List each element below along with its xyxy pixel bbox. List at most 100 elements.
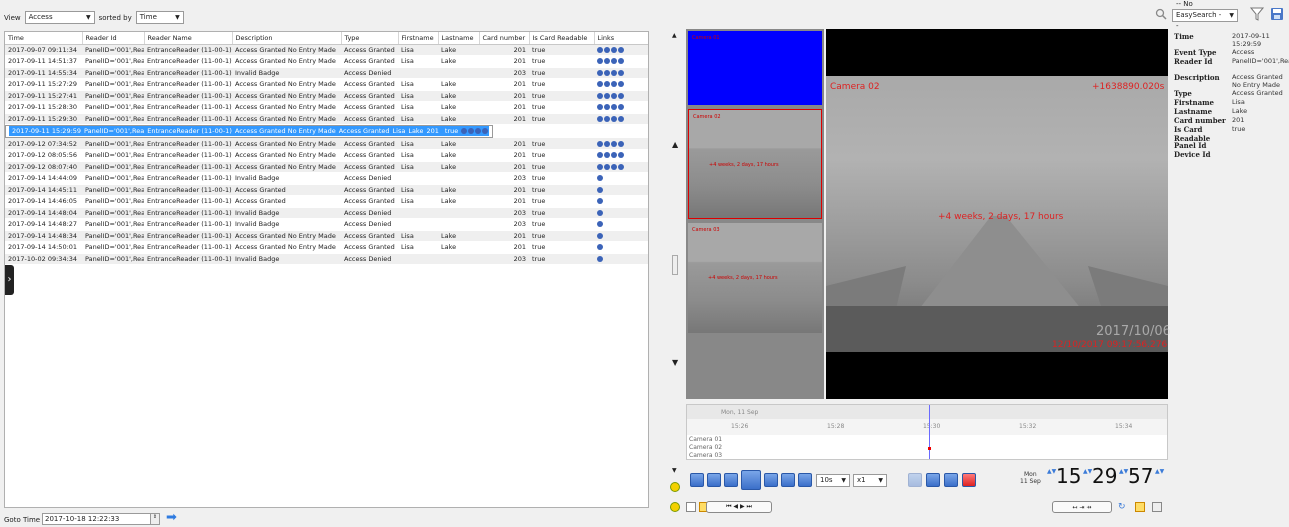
snapshot-button[interactable] [926, 473, 940, 487]
column-header[interactable]: Is Card Readable [529, 32, 595, 45]
link-icon[interactable] [604, 140, 610, 147]
camera-03-thumb[interactable]: Camera 03 +4 weeks, 2 days, 17 hours [688, 223, 822, 333]
link-icon[interactable] [618, 104, 624, 111]
search-icon[interactable] [1155, 8, 1167, 20]
step-forward-button[interactable] [764, 473, 778, 487]
table-row[interactable]: 2017-09-11 15:27:41 PanelID='001',Rea Entr… [5, 90, 648, 102]
speed-select[interactable]: x1 ▼ [853, 474, 887, 487]
collapse-panel-handle[interactable]: › [5, 265, 14, 295]
goto-arrow-icon[interactable]: ➡ [166, 510, 177, 525]
link-icon[interactable] [611, 152, 617, 159]
link-icon[interactable] [461, 127, 468, 134]
link-icon[interactable] [597, 186, 603, 193]
column-header[interactable]: Time [5, 32, 83, 45]
splitter-grip[interactable] [672, 255, 678, 275]
link-icon[interactable] [597, 244, 603, 251]
table-row[interactable]: 2017-09-11 14:51:37 PanelID='001',Rea Entr… [5, 55, 648, 68]
link-icon[interactable] [604, 46, 610, 53]
column-header[interactable]: Firstname [398, 32, 439, 45]
table-row[interactable]: 2017-09-11 15:27:29 PanelID='001',Rea Entr… [5, 78, 648, 91]
refresh-icon[interactable]: ↻ [1118, 502, 1126, 512]
table-row[interactable]: 2017-09-14 14:48:27 PanelID='001',Rea Entr… [5, 218, 648, 231]
goto-time-input[interactable]: 2017-10-18 12:22:33 [42, 513, 152, 525]
interval-select[interactable]: 10s ▼ [816, 474, 850, 487]
table-row[interactable]: 2017-09-14 14:48:04 PanelID='001',Rea Entr… [5, 207, 648, 219]
frame-nav-group[interactable]: ⏮ ◀ ▶ ⏭ [706, 501, 772, 513]
table-row[interactable]: 2017-09-12 08:07:40 PanelID='001',Rea Entr… [5, 161, 648, 173]
table-row[interactable]: 2017-09-12 08:05:56 PanelID='001',Rea Entr… [5, 149, 648, 162]
link-icon[interactable] [597, 198, 603, 205]
link-icon[interactable] [597, 140, 603, 147]
table-row[interactable]: 2017-09-12 07:34:52 PanelID='001',Rea Entr… [5, 138, 648, 150]
timeline-cursor[interactable] [929, 405, 930, 459]
link-icon[interactable] [618, 92, 624, 99]
table-row[interactable]: 2017-09-14 14:48:34 PanelID='001',Rea Entr… [5, 230, 648, 242]
link-icon[interactable] [597, 175, 603, 182]
link-icon[interactable] [604, 163, 610, 170]
link-icon[interactable] [597, 255, 603, 262]
goto-time-spinner[interactable]: ⇕ [150, 513, 160, 525]
column-header[interactable]: Links [594, 32, 648, 45]
link-icon[interactable] [611, 115, 617, 122]
link-icon[interactable] [597, 115, 603, 122]
column-header[interactable]: Reader Id [82, 32, 145, 45]
thumbs-up-arrow[interactable]: ▲ [672, 140, 678, 149]
table-row[interactable]: 2017-09-11 15:29:59 PanelID='001',Rea Entr… [5, 125, 494, 138]
link-icon[interactable] [618, 140, 624, 147]
link-icon[interactable] [618, 152, 624, 159]
link-icon[interactable] [604, 104, 610, 111]
table-row[interactable]: 2017-09-14 14:44:09 PanelID='001',Rea Entr… [5, 172, 648, 185]
link-icon[interactable] [597, 58, 603, 65]
link-icon[interactable] [597, 221, 603, 228]
table-row[interactable]: 2017-09-14 14:46:05 PanelID='001',Rea Entr… [5, 195, 648, 208]
filter-icon[interactable] [1249, 7, 1265, 23]
link-icon[interactable] [611, 58, 617, 65]
play-button[interactable] [741, 470, 761, 490]
timeline[interactable]: Mon, 11 Sep 15:26 15:28 15:30 15:32 15:3… [686, 404, 1168, 460]
link-icon[interactable] [597, 209, 603, 216]
link-icon[interactable] [611, 46, 617, 53]
calendar-icon[interactable] [1135, 502, 1145, 512]
table-row[interactable]: 2017-09-14 14:50:01 PanelID='001',Rea Entr… [5, 241, 648, 254]
play-back-button[interactable] [724, 473, 738, 487]
view-select[interactable]: Access ▼ [24, 11, 95, 24]
skip-end-button[interactable] [798, 473, 812, 487]
link-icon[interactable] [597, 69, 603, 76]
table-row[interactable]: 2017-09-07 09:11:34 PanelID='001',Rea Entr… [5, 44, 648, 56]
loop-button[interactable] [908, 473, 922, 487]
link-icon[interactable] [611, 92, 617, 99]
step-back-button[interactable] [707, 473, 721, 487]
link-icon[interactable] [597, 232, 603, 239]
fullscreen-icon[interactable] [1152, 502, 1162, 512]
link-icon[interactable] [618, 163, 624, 170]
link-icon[interactable] [468, 127, 475, 134]
thumbs-down-arrow[interactable]: ▼ [672, 358, 678, 367]
record-button[interactable] [962, 473, 976, 487]
clock-hours[interactable]: 15 [1056, 464, 1081, 488]
link-icon[interactable] [604, 58, 610, 65]
link-icon[interactable] [611, 69, 617, 76]
link-icon[interactable] [597, 152, 603, 159]
table-row[interactable]: 2017-09-11 15:29:30 PanelID='001',Rea Entr… [5, 113, 648, 125]
link-icon[interactable] [618, 46, 624, 53]
table-row[interactable]: 2017-09-14 14:45:11 PanelID='001',Rea Entr… [5, 184, 648, 196]
link-icon[interactable] [611, 104, 617, 111]
table-row[interactable]: 2017-09-11 15:28:30 PanelID='001',Rea Entr… [5, 101, 648, 114]
camera-02-thumb[interactable]: Camera 02 +4 weeks, 2 days, 17 hours [688, 109, 822, 219]
link-icon[interactable] [597, 81, 603, 88]
link-icon[interactable] [618, 81, 624, 88]
scroll-down-arrow[interactable]: ▼ [672, 467, 677, 474]
link-icon[interactable] [604, 81, 610, 88]
link-icon[interactable] [597, 46, 603, 53]
link-icon[interactable] [475, 127, 482, 134]
link-icon[interactable] [618, 69, 624, 76]
skip-start-button[interactable] [690, 473, 704, 487]
main-video[interactable]: Camera 02 +1638890.020s +4 weeks, 2 days… [826, 29, 1171, 399]
link-icon[interactable] [597, 163, 603, 170]
seconds-spinner-icon[interactable]: ▲▼ [1155, 468, 1164, 475]
event-marker[interactable] [928, 447, 931, 450]
table-row[interactable]: 2017-09-11 14:55:34 PanelID='001',Rea Entr… [5, 67, 648, 79]
link-icon[interactable] [604, 92, 610, 99]
save-icon[interactable] [1270, 7, 1284, 23]
link-icon[interactable] [611, 163, 617, 170]
